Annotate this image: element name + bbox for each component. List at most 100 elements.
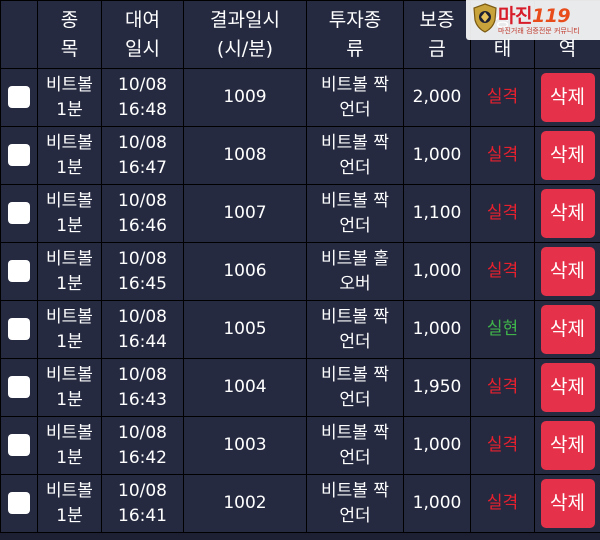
table-body: 비트볼 1분 10/08 16:48 1009 비트볼 짝 언더 2,000 실격 삭제 비트볼 1분… bbox=[0, 68, 600, 533]
row-select-cell bbox=[0, 68, 38, 127]
amount-cell: 1,000 bbox=[403, 300, 471, 359]
bet-time-cell: 10/08 16:45 bbox=[101, 242, 184, 301]
status-label: 실격 bbox=[486, 145, 519, 165]
delete-cell: 삭제 bbox=[534, 300, 600, 359]
table-row: 비트볼 1분 10/08 16:48 1009 비트볼 짝 언더 2,000 실격 삭제 bbox=[0, 68, 600, 127]
header-bet-time: 대여 일시 bbox=[101, 0, 184, 69]
bet-time-cell: 10/08 16:44 bbox=[101, 300, 184, 359]
bet-time-cell: 10/08 16:46 bbox=[101, 184, 184, 243]
status-cell: 실격 bbox=[470, 358, 535, 417]
delete-cell: 삭제 bbox=[534, 126, 600, 185]
result-round-cell: 1009 bbox=[183, 68, 307, 127]
amount-cell: 1,000 bbox=[403, 474, 471, 533]
row-select-cell bbox=[0, 300, 38, 359]
bet-type-cell: 비트볼 짝 언더 bbox=[306, 184, 404, 243]
status-cell: 실격 bbox=[470, 68, 535, 127]
bet-time-cell: 10/08 16:41 bbox=[101, 474, 184, 533]
delete-cell: 삭제 bbox=[534, 68, 600, 127]
amount-cell: 1,000 bbox=[403, 126, 471, 185]
row-checkbox[interactable] bbox=[8, 144, 30, 166]
header-game: 종목 bbox=[37, 0, 102, 69]
table-row: 비트볼 1분 10/08 16:46 1007 비트볼 짝 언더 1,100 실격 삭제 bbox=[0, 184, 600, 243]
delete-button[interactable]: 삭제 bbox=[540, 131, 595, 180]
delete-button[interactable]: 삭제 bbox=[540, 247, 595, 296]
status-label: 실현 bbox=[486, 319, 519, 339]
row-checkbox[interactable] bbox=[8, 260, 30, 282]
site-logo-watermark: 마진119 마진거래 검증전문 커뮤니티 bbox=[466, 0, 600, 40]
status-label: 실격 bbox=[486, 87, 519, 107]
game-cell: 비트볼 1분 bbox=[37, 242, 102, 301]
bet-history-table: 종목 대여일시 결과일시(시/분) 투자종류 보증금 상태 역 비트볼1분10/… bbox=[0, 0, 600, 533]
logo-brand: 마진119 bbox=[498, 5, 571, 27]
result-round-cell: 1007 bbox=[183, 184, 307, 243]
row-checkbox[interactable] bbox=[8, 492, 30, 514]
result-round-cell: 1008 bbox=[183, 126, 307, 185]
delete-button[interactable]: 삭제 bbox=[540, 421, 595, 470]
game-cell: 비트볼 1분 bbox=[37, 184, 102, 243]
delete-cell: 삭제 bbox=[534, 358, 600, 417]
status-cell: 실격 bbox=[470, 416, 535, 475]
row-select-cell bbox=[0, 416, 38, 475]
table-row: 비트볼 1분 10/08 16:47 1008 비트볼 짝 언더 1,000 실격 삭제 bbox=[0, 126, 600, 185]
row-checkbox[interactable] bbox=[8, 376, 30, 398]
table-row: 비트볼 1분 10/08 16:45 1006 비트볼 홀 오버 1,000 실격 삭제 bbox=[0, 242, 600, 301]
bet-time-cell: 10/08 16:43 bbox=[101, 358, 184, 417]
row-select-cell bbox=[0, 242, 38, 301]
game-cell: 비트볼 1분 bbox=[37, 474, 102, 533]
bet-time-cell: 10/08 16:42 bbox=[101, 416, 184, 475]
row-checkbox[interactable] bbox=[8, 86, 30, 108]
status-label: 실격 bbox=[486, 377, 519, 397]
amount-cell: 2,000 bbox=[403, 68, 471, 127]
header-select bbox=[0, 0, 38, 69]
header-result-time: 결과일시 (시/분) bbox=[183, 0, 307, 69]
header-bet-type: 투자종 류 bbox=[306, 0, 404, 69]
status-cell: 실격 bbox=[470, 126, 535, 185]
status-label: 실격 bbox=[486, 435, 519, 455]
row-select-cell bbox=[0, 126, 38, 185]
status-cell: 실격 bbox=[470, 184, 535, 243]
delete-cell: 삭제 bbox=[534, 184, 600, 243]
row-select-cell bbox=[0, 184, 38, 243]
delete-cell: 삭제 bbox=[534, 416, 600, 475]
delete-button[interactable]: 삭제 bbox=[540, 363, 595, 412]
delete-cell: 삭제 bbox=[534, 242, 600, 301]
logo-tagline: 마진거래 검증전문 커뮤니티 bbox=[498, 27, 580, 35]
table-row: 비트볼 1분 10/08 16:44 1005 비트볼 짝 언더 1,000 실현 삭제 bbox=[0, 300, 600, 359]
bet-type-cell: 비트볼 짝 언더 bbox=[306, 358, 404, 417]
row-select-cell bbox=[0, 474, 38, 533]
shield-emblem-icon bbox=[473, 3, 497, 33]
status-cell: 실격 bbox=[470, 474, 535, 533]
delete-button[interactable]: 삭제 bbox=[540, 305, 595, 354]
table-row: 비트볼 1분 10/08 16:42 1003 비트볼 짝 언더 1,000 실격 삭제 bbox=[0, 416, 600, 475]
amount-cell: 1,950 bbox=[403, 358, 471, 417]
row-checkbox[interactable] bbox=[8, 202, 30, 224]
amount-cell: 1,000 bbox=[403, 416, 471, 475]
bet-type-cell: 비트볼 짝 언더 bbox=[306, 126, 404, 185]
bet-type-cell: 비트볼 짝 언더 bbox=[306, 68, 404, 127]
bet-type-cell: 비트볼 홀 오버 bbox=[306, 242, 404, 301]
bet-time-cell: 10/08 16:47 bbox=[101, 126, 184, 185]
game-cell: 비트볼 1분 bbox=[37, 358, 102, 417]
result-round-cell: 1002 bbox=[183, 474, 307, 533]
bet-type-cell: 비트볼 짝 언더 bbox=[306, 416, 404, 475]
delete-button[interactable]: 삭제 bbox=[540, 479, 595, 528]
game-cell: 비트볼 1분 bbox=[37, 300, 102, 359]
status-label: 실격 bbox=[486, 203, 519, 223]
row-checkbox[interactable] bbox=[8, 434, 30, 456]
status-cell: 실현 bbox=[470, 300, 535, 359]
amount-cell: 1,100 bbox=[403, 184, 471, 243]
table-row: 비트볼 1분 10/08 16:43 1004 비트볼 짝 언더 1,950 실격 삭제 bbox=[0, 358, 600, 417]
result-round-cell: 1003 bbox=[183, 416, 307, 475]
delete-button[interactable]: 삭제 bbox=[540, 73, 595, 122]
result-round-cell: 1005 bbox=[183, 300, 307, 359]
row-select-cell bbox=[0, 358, 38, 417]
header-amount: 보증 금 bbox=[403, 0, 471, 69]
status-label: 실격 bbox=[486, 493, 519, 513]
game-cell: 비트볼 1분 bbox=[37, 68, 102, 127]
delete-button[interactable]: 삭제 bbox=[540, 189, 595, 238]
table-row: 비트볼 1분 10/08 16:41 1002 비트볼 짝 언더 1,000 실격 삭제 bbox=[0, 474, 600, 533]
row-checkbox[interactable] bbox=[8, 318, 30, 340]
delete-cell: 삭제 bbox=[534, 474, 600, 533]
bet-type-cell: 비트볼 짝 언더 bbox=[306, 300, 404, 359]
status-label: 실격 bbox=[486, 261, 519, 281]
